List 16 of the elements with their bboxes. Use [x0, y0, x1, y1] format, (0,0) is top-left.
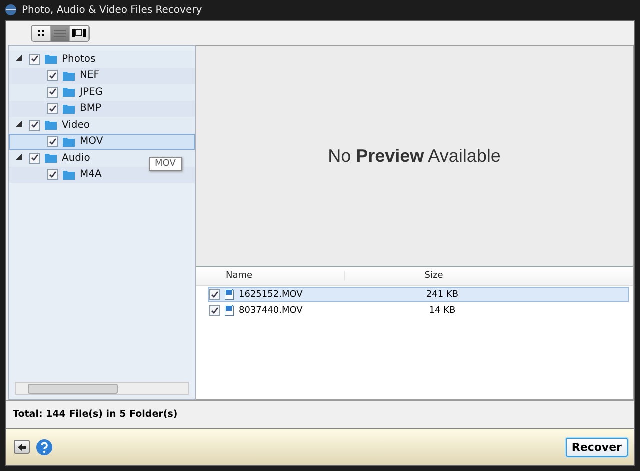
file-name: 1625152.MOV	[239, 290, 303, 300]
folder-label: M4A	[80, 169, 102, 180]
folder-label: JPEG	[80, 86, 104, 98]
file-name: 8037440.MOV	[239, 306, 303, 316]
folder-label: MOV	[80, 136, 104, 148]
tooltip: MOV	[149, 157, 182, 171]
file-size: 14 KB	[428, 306, 457, 316]
status-text: Total: 144 File(s) in 5 Folder(s)	[6, 400, 634, 429]
folder-label: Video	[62, 120, 90, 131]
folder-label: Audio	[62, 152, 90, 164]
folder-label: Photos	[62, 54, 96, 65]
window-title: Photo, Audio & Video Files Recovery	[22, 4, 202, 16]
folder-label: BMP	[80, 103, 102, 114]
preview-message: No Preview Available	[328, 146, 501, 166]
folder-label: NEF	[80, 70, 100, 82]
file-size: 241 KB	[425, 290, 460, 300]
